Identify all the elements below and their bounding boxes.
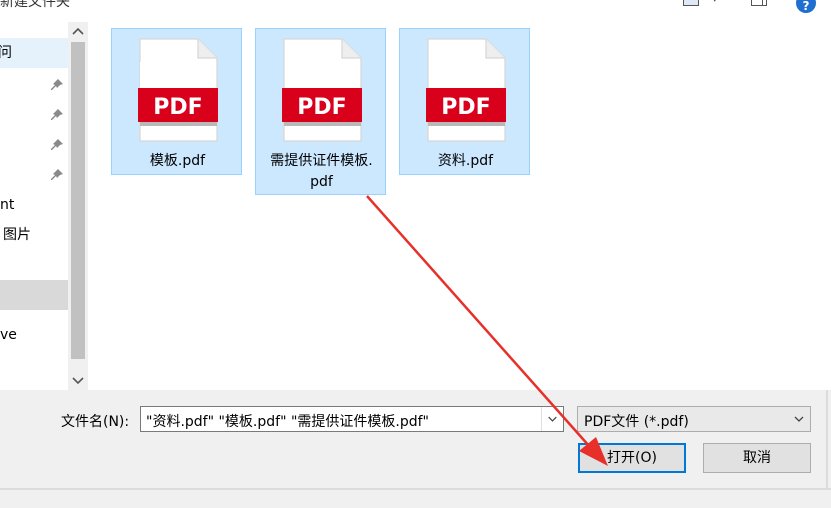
nav-item-documents[interactable]: nt — [0, 190, 68, 220]
filename-input[interactable]: "资料.pdf" "模板.pdf" "需提供证件模板.pdf" — [140, 406, 564, 432]
pdf-file-icon: PDF — [138, 38, 218, 142]
pin-icon — [51, 139, 63, 150]
preview-pane-icon[interactable] — [751, 0, 767, 6]
pin-icon — [51, 79, 63, 90]
nav-item-label: 图片 — [3, 227, 31, 243]
help-icon[interactable]: ? — [796, 0, 816, 13]
nav-item-pictures[interactable]: 图片 — [0, 220, 68, 250]
filename-label: 文件名(N): — [61, 414, 130, 430]
filetype-select[interactable]: PDF文件 (*.pdf) — [577, 406, 811, 432]
pdf-badge: PDF — [153, 95, 202, 120]
nav-scrollbar[interactable] — [68, 22, 88, 390]
chevron-down-icon[interactable]: ▾ — [712, 0, 718, 5]
chevron-down-icon[interactable] — [541, 407, 563, 431]
nav-item-label: ve — [0, 327, 17, 343]
file-name-line-2: pdf — [310, 174, 333, 190]
divider — [0, 488, 831, 490]
divider — [826, 390, 828, 490]
scrollbar-thumb[interactable] — [71, 42, 85, 359]
nav-item-quick-access[interactable]: 问 — [0, 38, 68, 68]
pdf-file-icon: PDF — [426, 38, 506, 142]
filename-value: "资料.pdf" "模板.pdf" "需提供证件模板.pdf" — [146, 414, 429, 430]
file-item[interactable]: PDF 需提供证件模板. pdf — [255, 28, 386, 195]
toolbar: 新建文件夹 ▾ ? — [0, 0, 831, 14]
pdf-badge: PDF — [441, 95, 490, 120]
file-name: 资料.pdf — [437, 153, 494, 169]
pdf-badge: PDF — [297, 95, 346, 120]
nav-item-label: nt — [0, 197, 15, 213]
file-item[interactable]: PDF 资料.pdf — [399, 28, 530, 175]
nav-item-highlighted[interactable] — [0, 280, 68, 310]
new-folder-button[interactable]: 新建文件夹 — [0, 0, 70, 11]
cancel-button[interactable]: 取消 — [703, 443, 811, 473]
file-item[interactable]: PDF 模板.pdf — [111, 28, 242, 175]
pin-icon — [51, 109, 63, 120]
dialog-footer: 文件名(N): "资料.pdf" "模板.pdf" "需提供证件模板.pdf" … — [0, 390, 831, 508]
nav-item-pinned-4[interactable] — [0, 160, 68, 190]
navigation-pane: 问 nt 图片 ve — [0, 22, 68, 390]
file-list: PDF 模板.pdf PDF 需提供证件模板. pdf PDF 资料.pdf — [88, 14, 831, 390]
scroll-down-icon[interactable] — [68, 370, 88, 390]
chevron-down-icon[interactable] — [788, 407, 810, 431]
view-icon[interactable] — [683, 0, 699, 6]
nav-item-onedrive[interactable]: ve — [0, 320, 68, 350]
pin-icon — [51, 169, 63, 180]
nav-item-pinned-2[interactable] — [0, 100, 68, 130]
scroll-up-icon[interactable] — [68, 22, 88, 42]
nav-item-label: 问 — [0, 45, 12, 61]
file-name-line-1: 需提供证件模板. — [270, 153, 373, 169]
nav-item-pinned-1[interactable] — [0, 70, 68, 100]
file-name: 模板.pdf — [149, 153, 206, 169]
open-button[interactable]: 打开(O) — [578, 443, 686, 473]
pdf-file-icon: PDF — [282, 38, 362, 142]
nav-item-pinned-3[interactable] — [0, 130, 68, 160]
filetype-value: PDF文件 (*.pdf) — [584, 414, 689, 430]
